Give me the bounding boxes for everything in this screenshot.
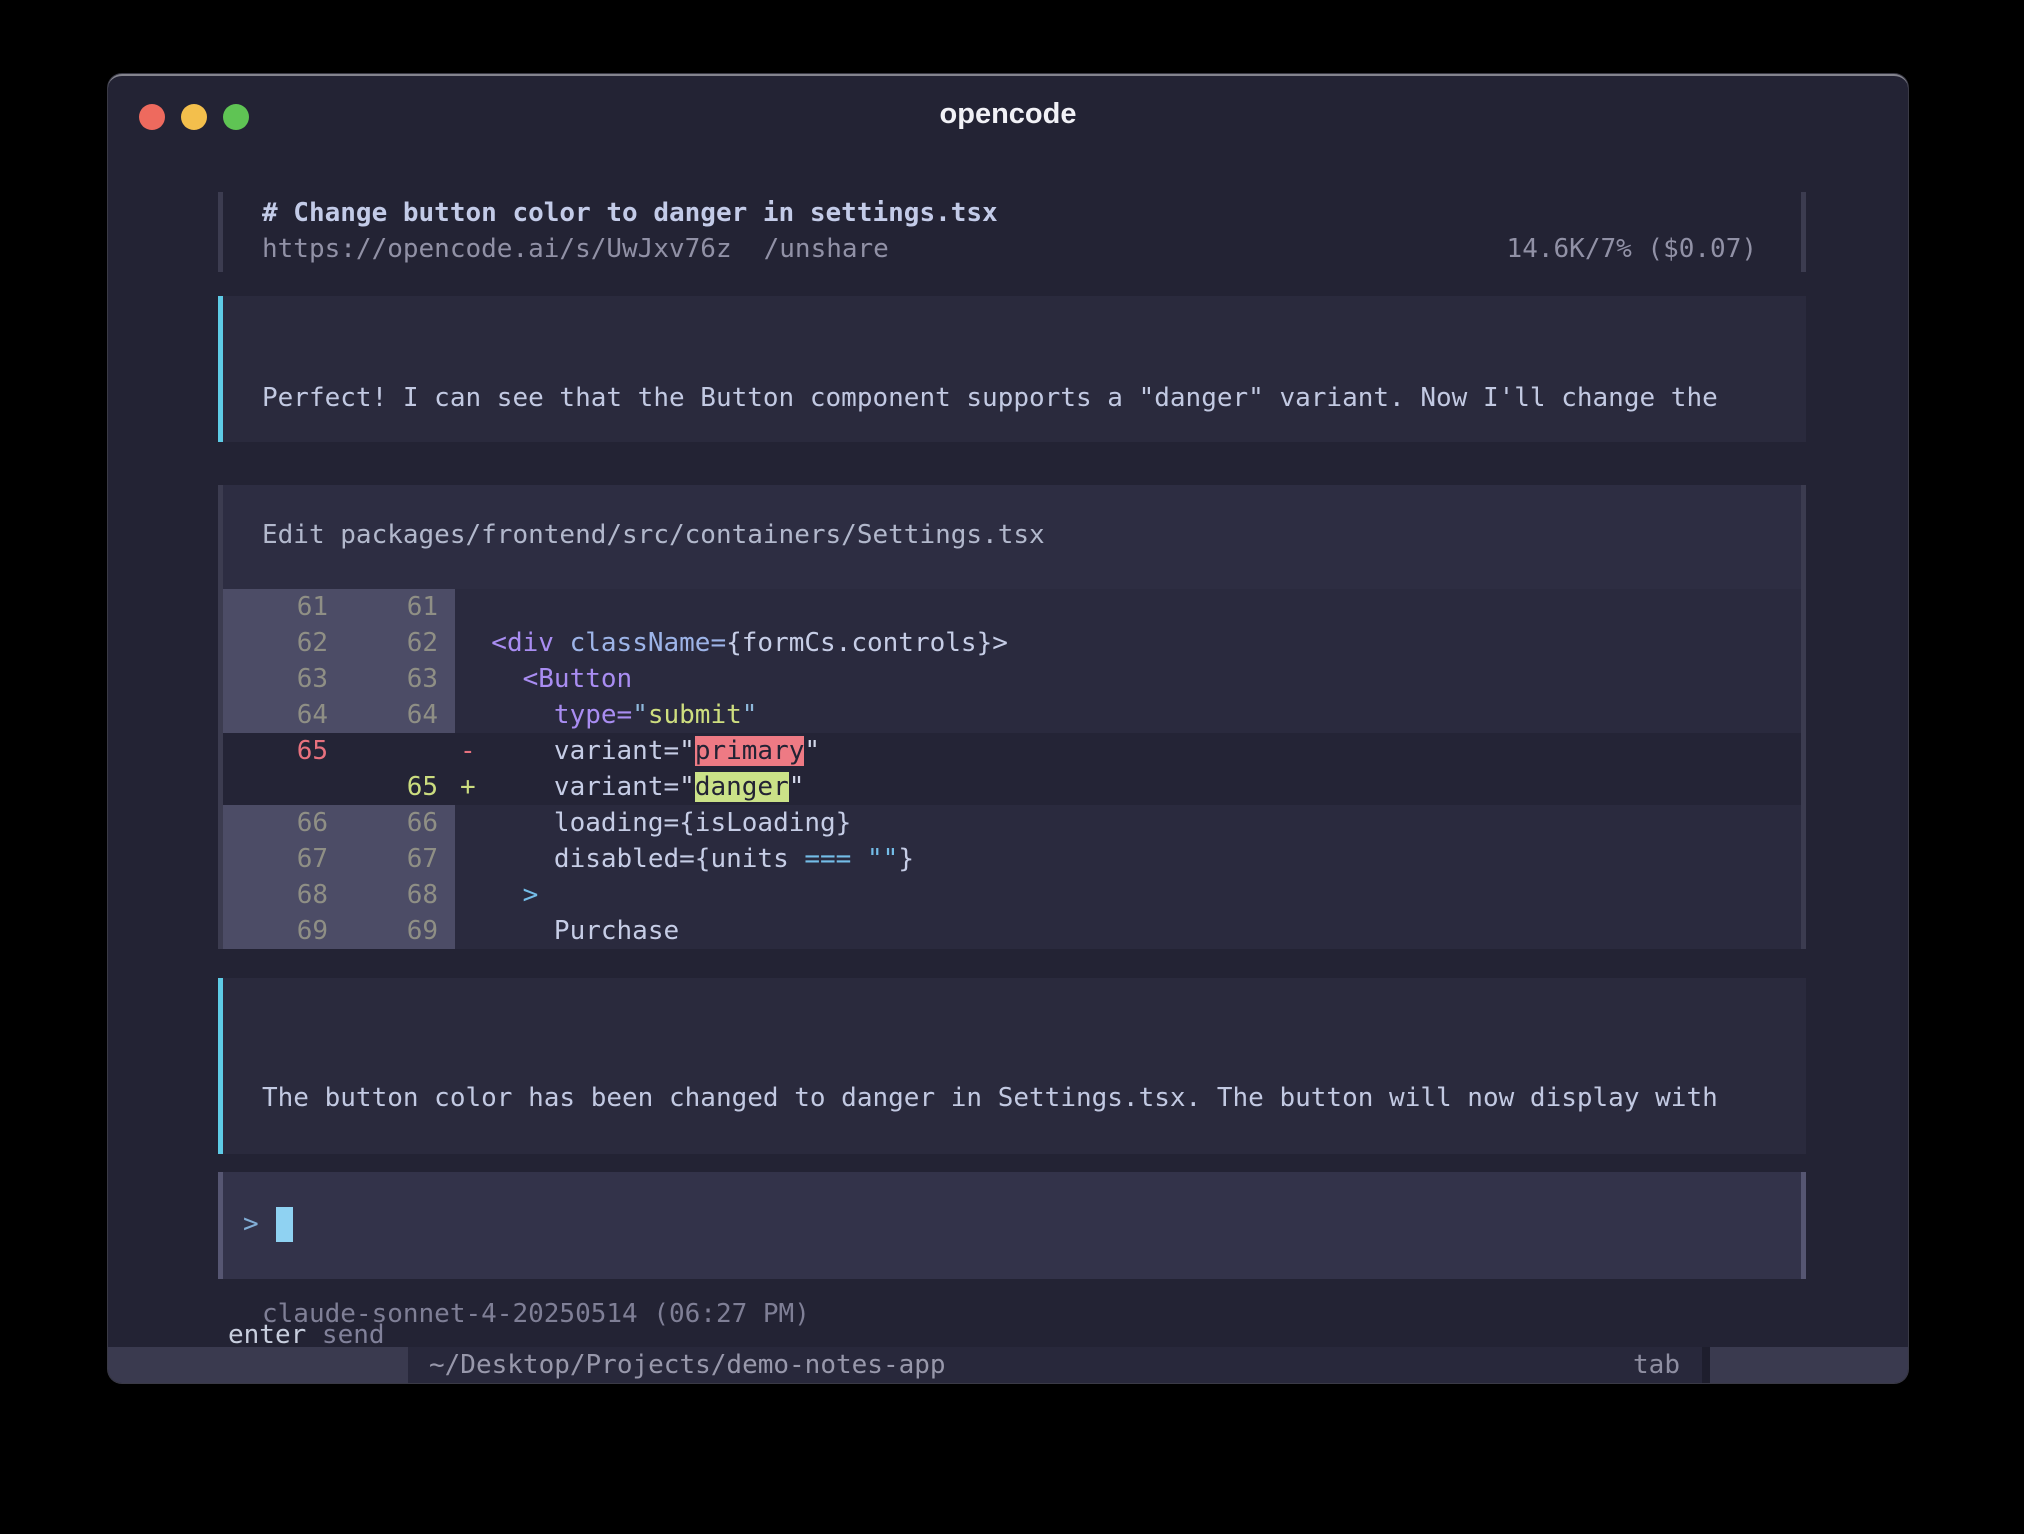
title-bar: opencode [108, 76, 1908, 148]
context-stats: 14.6K/7% ($0.07) [1507, 231, 1757, 267]
message-line: The button color has been changed to dan… [262, 1080, 1806, 1116]
edit-tool-card: Edit packages/frontend/src/containers/Se… [218, 485, 1806, 949]
code-token: === [804, 844, 867, 874]
diff-row: 6363 <Button [223, 661, 1801, 697]
app-version-segment: opencode v0.3.11 [108, 1347, 408, 1383]
diff-row: 6868 > [223, 877, 1801, 913]
line-number-old: 64 [223, 697, 341, 733]
key-label: enter [228, 1320, 306, 1350]
code-line: loading={isLoading} [455, 805, 1801, 841]
code-token: className= [554, 628, 726, 658]
terminal-window: opencode # Change button color to danger… [108, 74, 1908, 1383]
code-line: <div className={formCs.controls}> [455, 625, 1801, 661]
code-token: " [632, 700, 648, 730]
code-token: " [679, 772, 695, 802]
message-line: Perfect! I can see that the Button compo… [262, 380, 1806, 416]
code-token: variant= [460, 736, 679, 766]
diff-row-deleted: 65 - variant="primary" [223, 733, 1801, 769]
diff-view: 6161 6262 <div className={formCs.control… [223, 589, 1801, 949]
code-token: <div [460, 628, 554, 658]
line-number-new: 69 [341, 913, 455, 949]
status-bar: opencode v0.3.11 ~/Desktop/Projects/demo… [108, 1347, 1908, 1383]
code-line: <Button [455, 661, 1801, 697]
status-separator [1702, 1347, 1710, 1383]
session-header: # Change button color to danger in setti… [218, 192, 1806, 272]
line-number-old: 63 [223, 661, 341, 697]
line-number-old: 69 [223, 913, 341, 949]
code-line: type="submit" [455, 697, 1801, 733]
prompt-input[interactable]: > [218, 1172, 1806, 1279]
code-token: <Button [460, 664, 632, 694]
line-number-old: 66 [223, 805, 341, 841]
prompt-chevron: > [243, 1206, 259, 1242]
line-number-old: 67 [223, 841, 341, 877]
line-number-old: 61 [223, 589, 341, 625]
diff-minus-marker: - [460, 733, 476, 769]
diff-row: 6161 [223, 589, 1801, 625]
deleted-word: primary [695, 736, 805, 766]
code-line: Purchase [455, 913, 1801, 949]
line-number-old: 65 [223, 733, 341, 769]
code-token: Purchase [460, 916, 679, 946]
code-line: + variant="danger" [455, 769, 1801, 805]
code-token: "" [867, 844, 898, 874]
diff-row: 6464 type="submit" [223, 697, 1801, 733]
line-number-old: 68 [223, 877, 341, 913]
line-number-new: 65 [341, 769, 455, 805]
diff-row-added: 65 + variant="danger" [223, 769, 1801, 805]
line-number-new: 67 [341, 841, 455, 877]
working-directory: ~/Desktop/Projects/demo-notes-app [429, 1347, 946, 1383]
diff-row: 6666 loading={isLoading} [223, 805, 1801, 841]
added-word: danger [695, 772, 789, 802]
line-number-new: 63 [341, 661, 455, 697]
code-line: - variant="primary" [455, 733, 1801, 769]
diff-row: 6262 <div className={formCs.controls}> [223, 625, 1801, 661]
session-title: # Change button color to danger in setti… [262, 195, 1801, 231]
assistant-message: The button color has been changed to dan… [218, 978, 1806, 1154]
code-token: } [898, 844, 914, 874]
code-token [460, 880, 523, 910]
code-token: " [679, 736, 695, 766]
line-number-new: 62 [341, 625, 455, 661]
diff-plus-marker: + [460, 769, 476, 805]
hint-row: enter send Anthropic Claude Sonnet 4 [218, 1281, 1806, 1317]
line-number-old [223, 769, 341, 805]
code-token: submit [648, 700, 742, 730]
key-action-label: send [306, 1320, 384, 1350]
line-number-old: 62 [223, 625, 341, 661]
code-token: disabled={units [460, 844, 804, 874]
code-token: loading={isLoading} [460, 808, 851, 838]
diff-row: 6969 Purchase [223, 913, 1801, 949]
text-cursor [276, 1207, 293, 1242]
assistant-message: Perfect! I can see that the Button compo… [218, 296, 1806, 442]
code-token: " [804, 736, 820, 766]
code-token: > [523, 880, 539, 910]
edit-tool-header: Edit packages/frontend/src/containers/Se… [223, 485, 1801, 589]
code-line: disabled={units === ""} [455, 841, 1801, 877]
code-token: " [742, 700, 758, 730]
code-token: variant= [460, 772, 679, 802]
unshare-command[interactable]: /unshare [764, 231, 889, 267]
share-url[interactable]: https://opencode.ai/s/UwJxv76z [262, 231, 732, 267]
line-number-new: 61 [341, 589, 455, 625]
line-number-new: 66 [341, 805, 455, 841]
window-title: opencode [108, 98, 1908, 131]
tab-key-hint: tab [1633, 1347, 1680, 1383]
code-line: > [455, 877, 1801, 913]
diff-row: 6767 disabled={units === ""} [223, 841, 1801, 877]
line-number-new: 64 [341, 697, 455, 733]
line-number-new [341, 733, 455, 769]
code-token: {formCs.controls}> [726, 628, 1008, 658]
code-line [455, 589, 1801, 625]
code-token: " [789, 772, 805, 802]
mode-indicator[interactable]: BUILD MODE [1710, 1347, 1908, 1383]
line-number-new: 68 [341, 877, 455, 913]
code-token: type= [460, 700, 632, 730]
